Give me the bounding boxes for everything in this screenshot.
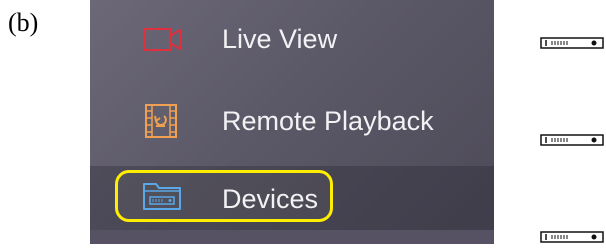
- menu-item-devices[interactable]: Devices: [90, 166, 494, 230]
- dvr-recorder-icon: [540, 133, 606, 147]
- menu-item-live-view[interactable]: Live View: [90, 4, 494, 74]
- dvr-recorder-icon: [540, 36, 606, 50]
- film-playback-icon: [142, 104, 182, 138]
- menu-item-label: Remote Playback: [222, 106, 434, 136]
- menu-bottom-edge: [90, 230, 494, 244]
- app-menu-panel: Live View Remote Playback Devices: [90, 0, 494, 244]
- menu-item-label: Devices: [222, 184, 319, 214]
- dvr-recorder-icon: [540, 230, 606, 244]
- device-folder-icon: [142, 178, 182, 212]
- figure-label: (b): [8, 8, 39, 37]
- video-camera-icon: [142, 22, 182, 56]
- menu-item-label: Live View: [222, 24, 338, 54]
- menu-item-remote-playback[interactable]: Remote Playback: [90, 86, 494, 156]
